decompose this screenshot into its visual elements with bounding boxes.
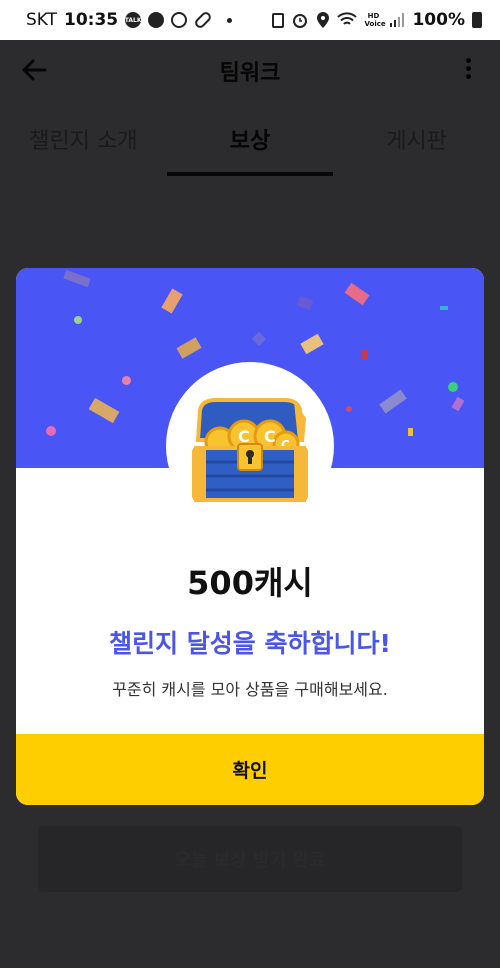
wifi-icon xyxy=(337,12,358,25)
signal-icon xyxy=(390,13,405,27)
page-title: 팀워크 xyxy=(219,61,281,86)
status-bar: SKT 10:35 TALK HD Voice 100% xyxy=(0,0,500,40)
pill-icon xyxy=(193,10,214,30)
app-icon xyxy=(148,12,165,28)
sim-icon xyxy=(272,12,285,28)
app-header: 팀워크 xyxy=(0,40,500,102)
confetti-piece xyxy=(161,288,183,314)
tab-rewards[interactable]: 보상 xyxy=(167,123,334,155)
confetti-piece xyxy=(362,350,367,359)
confetti-piece xyxy=(448,382,458,392)
confetti-piece xyxy=(344,282,370,306)
confetti-piece xyxy=(122,376,131,385)
confetti-piece xyxy=(74,316,82,324)
reward-amount: 500캐시 xyxy=(187,564,313,602)
active-tab-indicator xyxy=(167,172,333,176)
arrow-left-icon[interactable] xyxy=(20,56,48,84)
confetti-piece xyxy=(451,396,465,412)
reward-modal: C C C 500캐시 챌린지 달성을 축하합니다! 꾸준히 캐시를 모아 상품… xyxy=(16,268,484,805)
svg-text:C: C xyxy=(264,427,276,446)
confetti-piece xyxy=(379,389,407,414)
battery-percent: 100% xyxy=(412,10,465,30)
more-notifications-dot xyxy=(227,17,233,23)
soccer-icon xyxy=(171,12,188,28)
battery-icon xyxy=(472,12,482,28)
confetti-piece xyxy=(251,331,267,347)
confetti-piece xyxy=(296,295,314,311)
status-left: SKT 10:35 TALK xyxy=(26,10,233,30)
confetti-piece xyxy=(346,406,352,412)
tab-challenge-intro[interactable]: 챌린지 소개 xyxy=(0,123,167,155)
carrier-label: SKT xyxy=(26,10,58,30)
treasure-chest-icon: C C C xyxy=(192,398,308,502)
confetti-piece xyxy=(440,306,448,310)
confetti-piece xyxy=(46,426,56,436)
confetti-piece xyxy=(88,397,120,424)
confetti-piece xyxy=(408,428,413,436)
kakaotalk-icon: TALK xyxy=(125,12,142,28)
hd-voice-icon: HD Voice xyxy=(364,12,386,28)
tab-bar: 챌린지 소개 보상 게시판 xyxy=(0,102,500,176)
reward-description: 꾸준히 캐시를 모아 상품을 구매해보세요. xyxy=(112,680,388,699)
tab-board[interactable]: 게시판 xyxy=(333,123,500,155)
claim-reward-button[interactable]: 오늘 보상 받기 완료 xyxy=(38,826,462,892)
congrats-message: 챌린지 달성을 축하합니다! xyxy=(109,629,391,658)
confetti-piece xyxy=(63,269,91,288)
more-vertical-icon[interactable] xyxy=(464,58,472,84)
clock: 10:35 xyxy=(64,10,119,30)
location-icon xyxy=(317,12,330,28)
confetti-piece xyxy=(176,337,202,359)
alarm-icon xyxy=(293,14,308,28)
confetti-piece xyxy=(300,333,324,355)
status-right: HD Voice 100% xyxy=(272,10,482,30)
confirm-button[interactable]: 확인 xyxy=(16,734,484,805)
